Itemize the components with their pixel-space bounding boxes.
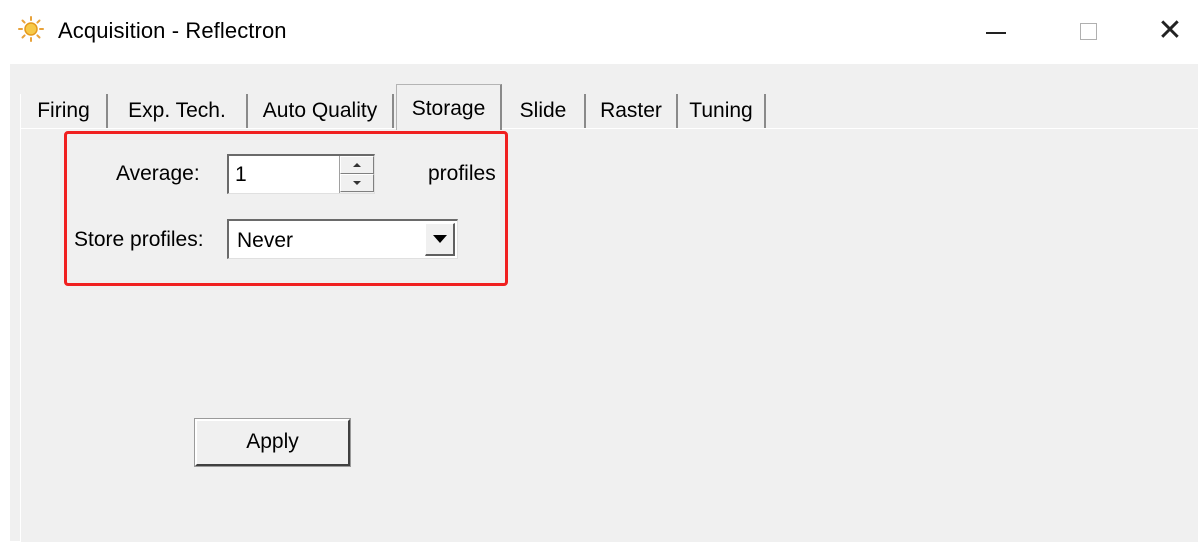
spin-up-button[interactable] bbox=[340, 156, 374, 174]
close-icon: ✕ bbox=[1157, 13, 1183, 48]
tab-firing[interactable]: Firing bbox=[20, 94, 108, 128]
tab-label: Auto Quality bbox=[262, 99, 378, 122]
title-bar: Acquisition - Reflectron ✕ bbox=[0, 0, 1198, 64]
average-label: Average: bbox=[116, 162, 200, 185]
tab-label: Firing bbox=[37, 99, 90, 122]
average-unit-label: profiles bbox=[428, 162, 496, 185]
minimize-button[interactable] bbox=[966, 6, 1026, 56]
tab-storage[interactable]: Storage bbox=[396, 84, 502, 130]
down-arrow-icon bbox=[353, 181, 361, 185]
tab-label: Slide bbox=[519, 99, 567, 122]
tab-label: Storage bbox=[411, 97, 486, 120]
tab-exp-tech[interactable]: Exp. Tech. bbox=[108, 94, 248, 128]
store-profiles-value: Never bbox=[237, 229, 294, 252]
average-spinbox[interactable]: 1 bbox=[227, 154, 375, 194]
sun-icon bbox=[18, 16, 44, 42]
tab-tuning[interactable]: Tuning bbox=[678, 94, 766, 128]
minimize-icon bbox=[986, 32, 1006, 34]
window-title: Acquisition - Reflectron bbox=[58, 18, 287, 43]
tab-label: Tuning bbox=[689, 99, 753, 122]
store-profiles-dropdown[interactable]: Never bbox=[227, 219, 458, 259]
maximize-button[interactable] bbox=[1058, 6, 1118, 56]
tab-label: Exp. Tech. bbox=[128, 99, 226, 122]
tab-slide[interactable]: Slide bbox=[502, 94, 586, 128]
average-value: 1 bbox=[235, 163, 247, 186]
maximize-icon bbox=[1079, 22, 1097, 40]
chevron-down-icon bbox=[432, 235, 447, 243]
spin-buttons bbox=[339, 156, 374, 193]
dropdown-button[interactable] bbox=[425, 223, 455, 256]
tab-label: Raster bbox=[600, 99, 662, 122]
tab-auto-quality[interactable]: Auto Quality bbox=[248, 94, 394, 128]
tab-raster[interactable]: Raster bbox=[586, 94, 678, 128]
store-profiles-label: Store profiles: bbox=[74, 228, 204, 251]
close-button[interactable]: ✕ bbox=[1140, 6, 1198, 56]
spin-down-button[interactable] bbox=[340, 174, 374, 192]
up-arrow-icon bbox=[353, 163, 361, 167]
apply-button[interactable]: Apply bbox=[194, 418, 351, 467]
